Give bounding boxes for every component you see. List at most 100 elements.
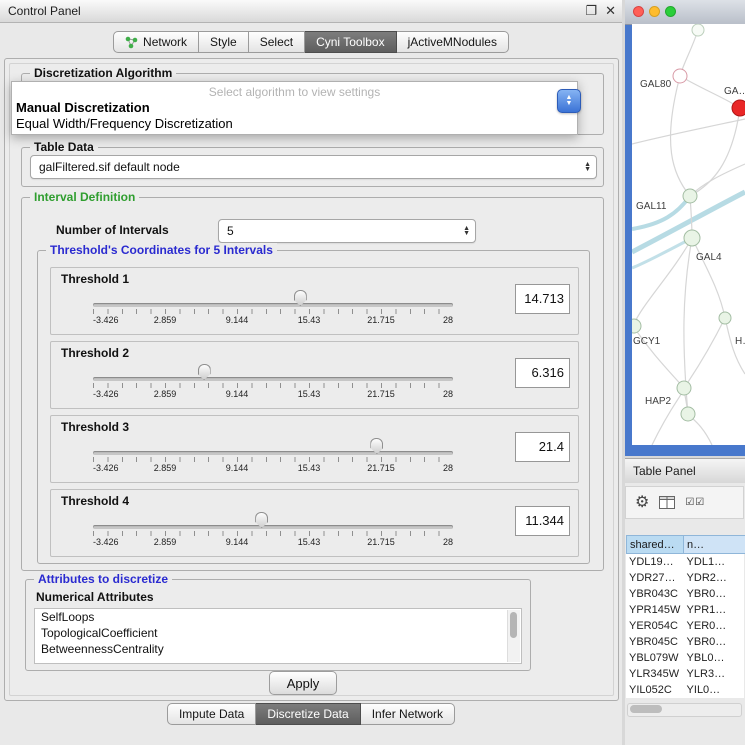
threshold-3-slider[interactable]: -3.4262.8599.14415.4321.71528 bbox=[93, 438, 453, 478]
table-cell[interactable]: YPR145W bbox=[626, 604, 684, 616]
slider-track[interactable] bbox=[93, 525, 453, 529]
scrollbar-thumb[interactable] bbox=[510, 612, 517, 638]
table-cell[interactable]: YDR2… bbox=[684, 572, 744, 584]
threshold-1-slider[interactable]: -3.4262.8599.14415.4321.71528 bbox=[93, 290, 453, 330]
scrollbar-thumb[interactable] bbox=[630, 705, 662, 713]
tick-label: 9.144 bbox=[226, 463, 249, 473]
network-canvas[interactable]: GAL80 GA… GAL11 GAL4 GCY1 HAP2 H… bbox=[632, 24, 745, 445]
node-label: GAL11 bbox=[636, 201, 667, 212]
numerical-attributes-list[interactable]: SelfLoopsTopologicalCoefficientBetweenne… bbox=[34, 608, 522, 664]
slider-track[interactable] bbox=[93, 451, 453, 455]
select-columns-icon[interactable]: ☑☑ bbox=[685, 497, 705, 508]
table-row[interactable]: YER054CYER0… bbox=[626, 618, 744, 634]
table-row[interactable]: YBL079WYBL0… bbox=[626, 650, 744, 666]
close-icon[interactable]: ✕ bbox=[605, 3, 616, 19]
network-node-gal4[interactable] bbox=[684, 230, 700, 246]
threshold-3-value-field[interactable]: 21.4 bbox=[515, 432, 570, 462]
tab-infer-network[interactable]: Infer Network bbox=[361, 703, 455, 725]
table-data-combobox[interactable]: galFiltered.sif default node ▲▼ bbox=[30, 155, 597, 179]
table-cell[interactable]: YER054C bbox=[626, 620, 684, 632]
dropdown-option-manual-discretization[interactable]: Manual Discretization bbox=[12, 100, 577, 116]
network-node-gcy1[interactable] bbox=[632, 319, 641, 333]
network-view-window: GAL80 GA… GAL11 GAL4 GCY1 HAP2 H… bbox=[625, 0, 745, 456]
table-row[interactable]: YBR045CYBR0… bbox=[626, 634, 744, 650]
network-node-selected-red[interactable] bbox=[732, 100, 745, 116]
tick-label: 21.715 bbox=[367, 315, 395, 325]
threshold-1-value-field[interactable]: 14.713 bbox=[515, 284, 570, 314]
dropdown-prompt: Select algorithm to view settings bbox=[12, 84, 577, 100]
network-window-titlebar[interactable] bbox=[625, 0, 745, 25]
tick-label: -3.426 bbox=[93, 537, 119, 547]
list-item[interactable]: TopologicalCoefficient bbox=[35, 625, 521, 641]
table-cell[interactable]: YPR1… bbox=[684, 604, 744, 616]
table-cell[interactable]: YLR345W bbox=[626, 668, 684, 680]
table-row[interactable]: YIL052CYIL0… bbox=[626, 682, 744, 698]
table-cell[interactable]: YDL19… bbox=[626, 556, 684, 568]
float-icon[interactable]: ❐ bbox=[585, 3, 597, 19]
table-cell[interactable]: YIL0… bbox=[684, 684, 744, 696]
threshold-2-value-field[interactable]: 6.316 bbox=[515, 358, 570, 388]
network-node-hap2[interactable] bbox=[677, 381, 691, 395]
threshold-2-slider[interactable]: -3.4262.8599.14415.4321.71528 bbox=[93, 364, 453, 404]
threshold-4-value-field[interactable]: 11.344 bbox=[515, 506, 570, 536]
table-cell[interactable]: YDL1… bbox=[684, 556, 744, 568]
threshold-4-group: Threshold 4 -3.4262.8599.14415.4321.7152… bbox=[50, 489, 579, 557]
list-item[interactable]: SelfLoops bbox=[35, 609, 521, 625]
list-item[interactable]: BetweennessCentrality bbox=[35, 641, 521, 657]
gear-icon[interactable]: ⚙ bbox=[635, 495, 649, 511]
apply-button[interactable]: Apply bbox=[269, 671, 337, 695]
tick-label: -3.426 bbox=[93, 463, 119, 473]
table-cell[interactable]: YIL052C bbox=[626, 684, 684, 696]
horizontal-scrollbar[interactable] bbox=[627, 703, 742, 717]
network-node[interactable] bbox=[719, 312, 731, 324]
table-cell[interactable]: YLR3… bbox=[684, 668, 744, 680]
table-row[interactable]: YBR043CYBR0… bbox=[626, 586, 744, 602]
network-node[interactable] bbox=[692, 24, 704, 36]
tab-style[interactable]: Style bbox=[199, 31, 249, 53]
column-header-shared[interactable]: shared… bbox=[626, 535, 684, 554]
vertical-scrollbar[interactable] bbox=[507, 610, 520, 662]
columns-icon[interactable] bbox=[659, 496, 675, 509]
network-node[interactable] bbox=[681, 407, 695, 421]
table-row[interactable]: YPR145WYPR1… bbox=[626, 602, 744, 618]
table-cell[interactable]: YBR0… bbox=[684, 588, 744, 600]
tick-label: 15.43 bbox=[298, 315, 321, 325]
table-cell[interactable]: YBR045C bbox=[626, 636, 684, 648]
numerical-attributes-heading: Numerical Attributes bbox=[36, 590, 154, 604]
slider-track[interactable] bbox=[93, 377, 453, 381]
table-cell[interactable]: YBL079W bbox=[626, 652, 684, 664]
tab-cyni-toolbox[interactable]: Cyni Toolbox bbox=[305, 31, 396, 53]
tab-jactivemnodules[interactable]: jActiveMNodules bbox=[397, 31, 509, 53]
algorithm-dropdown-popup: Select algorithm to view settings Manual… bbox=[11, 81, 578, 135]
number-of-intervals-combobox[interactable]: 5 ▲▼ bbox=[218, 219, 476, 243]
algorithm-combobox-stepper[interactable]: ▲▼ bbox=[557, 89, 581, 113]
table-row[interactable]: YLR345WYLR3… bbox=[626, 666, 744, 682]
threshold-3-group: Threshold 3 -3.4262.8599.14415.4321.7152… bbox=[50, 415, 579, 483]
tab-network[interactable]: Network bbox=[113, 31, 199, 53]
tick-label: 15.43 bbox=[298, 537, 321, 547]
control-panel-titlebar: Control Panel ❐ ✕ bbox=[0, 0, 622, 23]
network-node-gal11[interactable] bbox=[683, 189, 697, 203]
table-cell[interactable]: YBR0… bbox=[684, 636, 744, 648]
tab-discretize-data[interactable]: Discretize Data bbox=[256, 703, 360, 725]
threshold-4-slider[interactable]: -3.4262.8599.14415.4321.71528 bbox=[93, 512, 453, 552]
slider-track[interactable] bbox=[93, 303, 453, 307]
dropdown-option-equal-width-frequency[interactable]: Equal Width/Frequency Discretization bbox=[12, 116, 577, 132]
table-row[interactable]: YDL19…YDL1… bbox=[626, 554, 744, 570]
tab-select[interactable]: Select bbox=[249, 31, 305, 53]
network-node-gal80[interactable] bbox=[673, 69, 687, 83]
table-cell[interactable]: YER0… bbox=[684, 620, 744, 632]
tick-label: 21.715 bbox=[367, 537, 395, 547]
tab-label: Discretize Data bbox=[267, 707, 348, 721]
column-header-name[interactable]: n… bbox=[684, 535, 745, 554]
tab-impute-data[interactable]: Impute Data bbox=[167, 703, 256, 725]
zoom-traffic-light-icon[interactable] bbox=[665, 6, 676, 17]
minimize-traffic-light-icon[interactable] bbox=[649, 6, 660, 17]
network-icon bbox=[125, 36, 138, 49]
slider-tick-labels: -3.4262.8599.14415.4321.71528 bbox=[93, 463, 453, 474]
table-cell[interactable]: YBL0… bbox=[684, 652, 744, 664]
close-traffic-light-icon[interactable] bbox=[633, 6, 644, 17]
table-cell[interactable]: YDR27… bbox=[626, 572, 684, 584]
table-row[interactable]: YDR27…YDR2… bbox=[626, 570, 744, 586]
table-cell[interactable]: YBR043C bbox=[626, 588, 684, 600]
